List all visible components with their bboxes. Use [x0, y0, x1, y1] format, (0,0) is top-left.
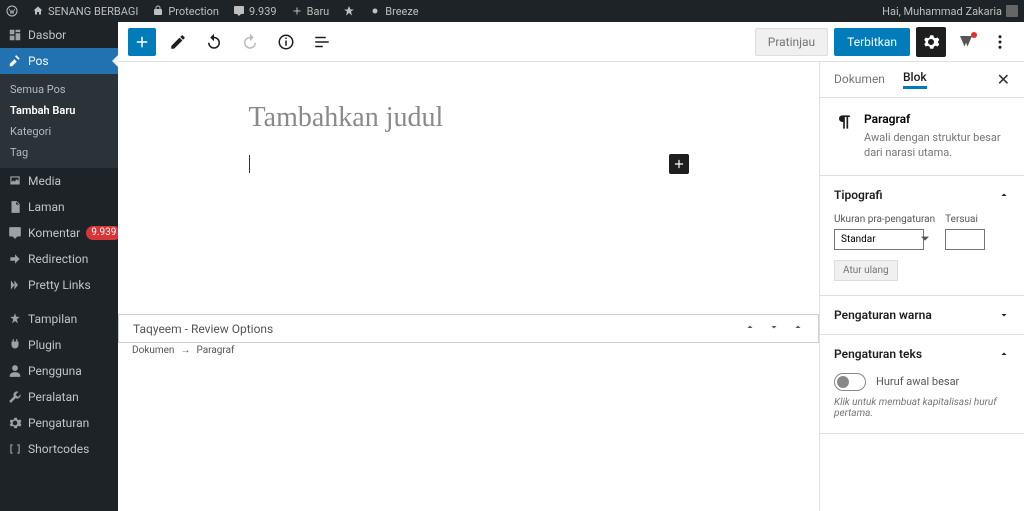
sidebar-redirection[interactable]: Redirection [0, 246, 118, 272]
drop-cap-label: Huruf awal besar [876, 375, 959, 388]
sidebar-media[interactable]: Media [0, 168, 118, 194]
tab-dokumen[interactable]: Dokumen [834, 72, 885, 88]
sidebar-plugin[interactable]: Plugin [0, 332, 118, 358]
sidebar-dasbor[interactable]: Dasbor [0, 22, 118, 48]
block-breadcrumb: Dokumen → Paragraf [118, 343, 819, 358]
custom-size-label: Tersuai [945, 214, 985, 225]
paragraph-icon [834, 112, 854, 132]
yoast-bar-icon[interactable] [343, 5, 355, 17]
submenu-semua-pos[interactable]: Semua Pos [0, 79, 118, 100]
chevron-up-icon [998, 189, 1010, 201]
avatar [1006, 5, 1018, 17]
metabox-up-icon[interactable] [744, 321, 756, 336]
redo-button[interactable] [236, 28, 264, 56]
sidebar-peralatan[interactable]: Peralatan [0, 384, 118, 410]
custom-font-size-input[interactable] [945, 229, 985, 250]
block-description: Awali dengan struktur besar dari narasi … [864, 130, 1010, 161]
user-greeting[interactable]: Hai, Muhammad Zakaria [882, 5, 1018, 18]
settings-panel: Dokumen Blok ✕ Paragraf Awali dengan str… [819, 62, 1024, 511]
text-cursor [249, 155, 250, 173]
breeze-link[interactable]: Breeze [369, 5, 418, 18]
sidebar-pretty-links[interactable]: Pretty Links [0, 272, 118, 298]
site-link[interactable]: SENANG BERBAGI [32, 5, 138, 18]
reset-button[interactable]: Atur ulang [834, 260, 898, 281]
tab-blok[interactable]: Blok [903, 70, 927, 89]
wp-logo-icon[interactable] [6, 5, 18, 17]
info-button[interactable] [272, 28, 300, 56]
chevron-down-icon [998, 309, 1010, 321]
breadcrumb-sep: → [180, 345, 190, 356]
comments-count[interactable]: 9.939 [233, 5, 277, 18]
more-menu-button[interactable] [986, 28, 1014, 56]
editor-toolbar: Pratinjau Terbitkan [118, 22, 1024, 62]
taqyeem-metabox: Taqyeem - Review Options [118, 314, 819, 343]
inline-add-button[interactable] [669, 154, 689, 174]
pos-submenu: Semua Pos Tambah Baru Kategori Tag [0, 74, 118, 168]
text-section-toggle[interactable]: Pengaturan teks [820, 335, 1024, 373]
block-name: Paragraf [864, 112, 1010, 126]
sidebar-tampilan[interactable]: Tampilan [0, 306, 118, 332]
sidebar-shortcodes[interactable]: Shortcodes [0, 436, 118, 462]
admin-sidebar: Dasbor Pos Semua Pos Tambah Baru Kategor… [0, 22, 118, 511]
edit-mode-button[interactable] [164, 28, 192, 56]
publish-button[interactable]: Terbitkan [834, 28, 910, 56]
yoast-button[interactable] [952, 28, 980, 56]
submenu-tag[interactable]: Tag [0, 142, 118, 163]
admin-bar: SENANG BERBAGI Protection 9.939 Baru Bre… [0, 0, 1024, 22]
sidebar-pengaturan[interactable]: Pengaturan [0, 410, 118, 436]
sidebar-laman[interactable]: Laman [0, 194, 118, 220]
preview-button[interactable]: Pratinjau [755, 28, 828, 56]
add-block-button[interactable] [128, 28, 156, 56]
sidebar-pos[interactable]: Pos [0, 48, 118, 74]
drop-cap-toggle[interactable] [834, 373, 866, 391]
post-title-input[interactable]: Tambahkan judul [249, 102, 689, 154]
metabox-down-icon[interactable] [768, 321, 780, 336]
sidebar-pengguna[interactable]: Pengguna [0, 358, 118, 384]
comments-badge: 9.939 [86, 226, 118, 240]
drop-cap-description: Klik untuk membuat kapitalisasi huruf pe… [834, 397, 1010, 419]
metabox-title: Taqyeem - Review Options [133, 322, 273, 336]
submenu-kategori[interactable]: Kategori [0, 121, 118, 142]
metabox-toggle-icon[interactable] [792, 321, 804, 336]
editor-canvas[interactable]: Tambahkan judul Taqyeem - Review Options [118, 62, 819, 511]
outline-button[interactable] [308, 28, 336, 56]
breadcrumb-block[interactable]: Paragraf [196, 345, 234, 356]
block-info: Paragraf Awali dengan struktur besar dar… [820, 98, 1024, 176]
chevron-up-icon [998, 348, 1010, 360]
undo-button[interactable] [200, 28, 228, 56]
breadcrumb-doc[interactable]: Dokumen [132, 345, 174, 356]
typography-section-toggle[interactable]: Tipografi [820, 176, 1024, 214]
new-content[interactable]: Baru [291, 5, 330, 18]
protection-link[interactable]: Protection [152, 5, 219, 18]
color-section-toggle[interactable]: Pengaturan warna [820, 296, 1024, 334]
sidebar-komentar[interactable]: Komentar9.939 [0, 220, 118, 246]
paragraph-block[interactable] [249, 154, 689, 174]
close-panel-button[interactable]: ✕ [997, 70, 1010, 89]
preset-size-label: Ukuran pra-pengaturan [834, 214, 935, 225]
yoast-status-dot [971, 32, 977, 38]
settings-toggle-button[interactable] [916, 27, 946, 57]
submenu-tambah-baru[interactable]: Tambah Baru [0, 100, 118, 121]
font-size-select[interactable]: Standar [834, 229, 924, 250]
